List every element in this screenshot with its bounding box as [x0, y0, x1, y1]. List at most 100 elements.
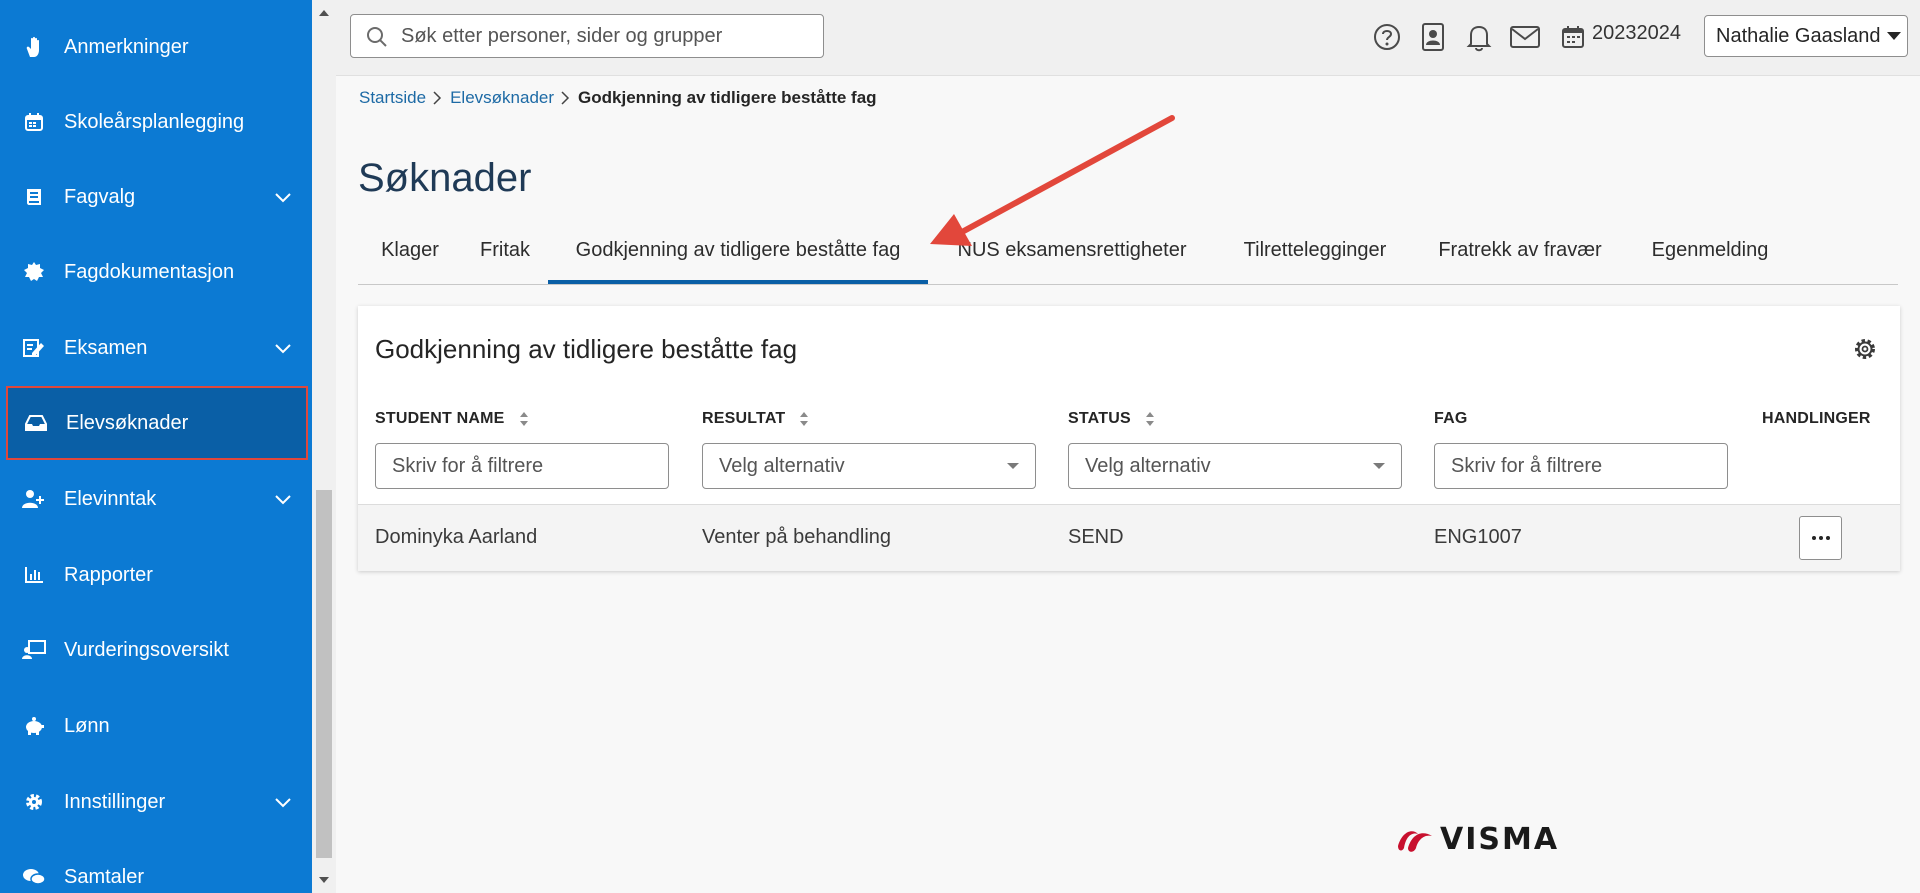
page-title: Søknader [358, 156, 532, 200]
chevron-down-icon [275, 344, 291, 354]
user-add-icon [22, 487, 46, 511]
cell-student-name: Dominyka Aarland [375, 526, 538, 548]
caret-down-icon [1887, 32, 1901, 40]
caret-down-icon [1373, 463, 1385, 469]
sidebar-item-vurderingsoversikt[interactable]: Vurderingsoversikt [0, 613, 312, 687]
main-content: 20232024 Nathalie Gaasland Startside Ele… [336, 0, 1920, 893]
breadcrumb-link-startside[interactable]: Startside [359, 88, 426, 108]
user-menu-button[interactable]: Nathalie Gaasland [1704, 15, 1908, 57]
top-bar: 20232024 Nathalie Gaasland [336, 0, 1920, 76]
sidebar-item-label: Elevsøknader [66, 411, 189, 434]
breadcrumb: Startside Elevsøknader Godkjenning av ti… [359, 88, 877, 108]
tab-egenmelding[interactable]: Egenmelding [1626, 228, 1794, 284]
exam-edit-icon [22, 336, 46, 360]
sidebar-item-label: Skoleårsplanlegging [64, 110, 245, 133]
search-input[interactable] [401, 15, 811, 57]
chevron-right-icon [561, 91, 570, 105]
scroll-up-arrow-icon[interactable] [318, 8, 330, 18]
column-header-handlinger: HANDLINGER [1762, 410, 1871, 427]
piggy-bank-icon [22, 714, 46, 738]
global-search[interactable] [350, 14, 824, 58]
visma-logo: VISMA [1396, 822, 1559, 857]
sidebar-item-label: Vurderingsoversikt [64, 638, 229, 661]
user-name: Nathalie Gaasland [1716, 24, 1881, 47]
sidebar-item-label: Fagvalg [64, 185, 136, 208]
chevron-down-icon [275, 193, 291, 203]
sidebar-item-label: Elevinntak [64, 487, 157, 510]
badge-icon [22, 260, 46, 284]
calendar-icon [22, 110, 46, 134]
sidebar: Anmerkninger Skoleårsplanlegging Fagvalg… [0, 0, 312, 893]
contacts-icon[interactable] [1418, 22, 1448, 52]
sort-icon[interactable] [799, 410, 809, 428]
tab-fritak[interactable]: Fritak [462, 228, 548, 284]
tab-nus-eksamensrettigheter[interactable]: NUS eksamensrettigheter [928, 228, 1216, 284]
tab-fratrekk-av-fravaer[interactable]: Fratrekk av fravær [1414, 228, 1626, 284]
cell-resultat: Venter på behandling [702, 526, 892, 548]
row-actions-button[interactable] [1799, 516, 1842, 560]
sidebar-item-anmerkninger[interactable]: Anmerkninger [0, 10, 312, 84]
sidebar-item-rapporter[interactable]: Rapporter [0, 538, 312, 612]
sidebar-item-lonn[interactable]: Lønn [0, 689, 312, 763]
sidebar-item-samtaler[interactable]: Samtaler [0, 840, 312, 893]
resultat-filter-select[interactable]: Velg alternativ [702, 443, 1036, 489]
tab-klager[interactable]: Klager [358, 228, 462, 284]
school-year[interactable]: 20232024 [1592, 22, 1681, 45]
bar-chart-icon [22, 563, 46, 587]
scroll-down-arrow-icon[interactable] [318, 875, 330, 885]
scrollbar-thumb[interactable] [316, 490, 332, 858]
inbox-icon [24, 411, 48, 435]
search-icon [367, 27, 387, 47]
status-filter-select[interactable]: Velg alternativ [1068, 443, 1402, 489]
sidebar-item-label: Samtaler [64, 865, 145, 888]
sidebar-item-label: Eksamen [64, 336, 148, 359]
cell-fag: ENG1007 [1434, 526, 1522, 548]
column-header-fag: FAG [1434, 410, 1468, 427]
caret-down-icon [1007, 463, 1019, 469]
sort-icon[interactable] [1145, 410, 1155, 428]
settings-gear-icon[interactable] [1852, 336, 1878, 362]
chevron-down-icon [275, 495, 291, 505]
help-icon[interactable] [1372, 22, 1402, 52]
card-title: Godkjenning av tidligere beståtte fag [375, 334, 798, 364]
sidebar-item-label: Anmerkninger [64, 35, 189, 58]
applications-table-card: Godkjenning av tidligere beståtte fag ST… [358, 306, 1900, 571]
student-name-filter-input[interactable]: Skriv for å filtrere [375, 443, 669, 489]
book-icon [22, 185, 46, 209]
sidebar-item-elevsoknader[interactable]: Elevsøknader [6, 386, 308, 460]
bell-icon[interactable] [1464, 22, 1494, 52]
visma-swoosh-icon [1398, 830, 1432, 852]
breadcrumb-link-elevsoknader[interactable]: Elevsøknader [450, 88, 554, 108]
sidebar-scrollbar[interactable] [312, 0, 336, 893]
chevron-right-icon [433, 91, 442, 105]
sidebar-item-fagvalg[interactable]: Fagvalg [0, 160, 312, 234]
column-header-student-name[interactable]: STUDENT NAME [375, 410, 529, 428]
sidebar-item-label: Lønn [64, 714, 110, 737]
tab-bar: Klager Fritak Godkjenning av tidligere b… [358, 228, 1898, 285]
table-row[interactable]: Dominyka Aarland Venter på behandling SE… [358, 505, 1900, 571]
gear-icon [22, 790, 46, 814]
chevron-down-icon [275, 798, 291, 808]
breadcrumb-current: Godkjenning av tidligere beståtte fag [578, 88, 877, 107]
calendar-icon[interactable] [1558, 22, 1588, 52]
sidebar-item-label: Rapporter [64, 563, 153, 586]
logo-text: VISMA [1440, 822, 1560, 857]
more-horizontal-icon [1811, 536, 1830, 540]
column-header-status[interactable]: STATUS [1068, 410, 1155, 428]
sidebar-item-skolearsplanlegging[interactable]: Skoleårsplanlegging [0, 85, 312, 159]
column-header-resultat[interactable]: RESULTAT [702, 410, 809, 428]
fag-filter-input[interactable]: Skriv for å filtrere [1434, 443, 1728, 489]
presentation-icon [22, 638, 46, 662]
hand-icon [22, 35, 46, 59]
sidebar-item-elevinntak[interactable]: Elevinntak [0, 462, 312, 536]
mail-icon[interactable] [1510, 22, 1540, 52]
sidebar-item-innstillinger[interactable]: Innstillinger [0, 765, 312, 839]
tab-tilrettelegginger[interactable]: Tilrettelegginger [1216, 228, 1414, 284]
sort-icon[interactable] [519, 410, 529, 428]
sidebar-item-label: Innstillinger [64, 790, 166, 813]
cell-status: SEND [1068, 526, 1124, 548]
sidebar-item-fagdokumentasjon[interactable]: Fagdokumentasjon [0, 235, 312, 309]
chat-icon [22, 865, 46, 889]
sidebar-item-eksamen[interactable]: Eksamen [0, 311, 312, 385]
tab-godkjenning[interactable]: Godkjenning av tidligere beståtte fag [548, 228, 928, 284]
